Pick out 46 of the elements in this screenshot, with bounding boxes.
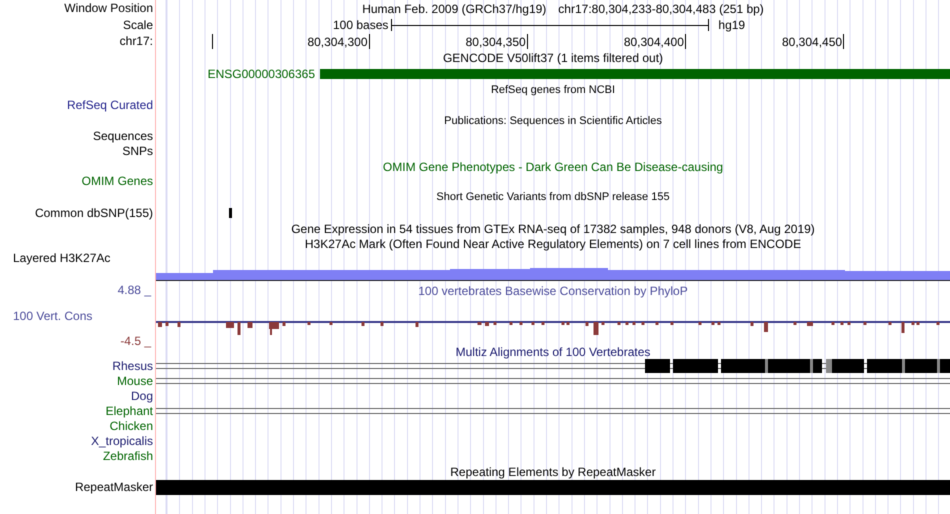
track-label[interactable]: X_tropicalis [90, 434, 153, 449]
coordinate-label: 80,304,450 [782, 34, 842, 48]
gene-name[interactable]: ENSG00000306365 [156, 66, 320, 80]
track-title: Short Genetic Variants from dbSNP release 155 [436, 190, 670, 204]
tick-mark [684, 34, 686, 49]
tick-mark [843, 34, 844, 49]
repeat-feature[interactable] [156, 480, 950, 494]
row-label: Scale [122, 18, 153, 32]
track-title: 100 vertebrates Basewise Conservation by PhyloP [418, 284, 688, 298]
coordinate-label: 80,304,400 [624, 34, 684, 48]
axis-min-label: -4.5 _ [120, 334, 152, 349]
track-label[interactable]: RepeatMasker [74, 480, 153, 494]
track-label[interactable]: Common dbSNP(155) [34, 206, 153, 220]
track-label[interactable]: 100 Vert. Cons [0, 309, 153, 324]
row-label: Window Position [64, 1, 153, 16]
track-title: OMIM Gene Phenotypes - Dark Green Can Be Disease-causing [382, 160, 724, 174]
scale-text: 100 bases [333, 18, 388, 32]
track-label[interactable]: Rhesus [112, 359, 153, 374]
track-label[interactable]: OMIM Genes [82, 174, 153, 189]
coordinate-label: 80,304,300 [307, 34, 368, 48]
track-title: H3K27Ac Mark (Often Found Near Active Regulatory Elements) on 7 cell lines from ENCODE [304, 236, 802, 250]
track-title: Gene Expression in 54 tissues from GTEx RNA-seq of 17382 samples, 948 donors (V8, Aug 2019) [291, 222, 815, 236]
gene-feature[interactable] [320, 68, 950, 78]
tick-mark [368, 34, 370, 49]
track-label[interactable]: Chicken [110, 419, 153, 434]
axis-max-label: 4.88 _ [118, 283, 152, 298]
track-label[interactable]: Mouse [116, 374, 153, 389]
track-label[interactable]: Sequences [92, 129, 153, 144]
track-label[interactable]: Layered H3K27Ac [13, 251, 110, 266]
tick-mark [212, 34, 213, 49]
track-label[interactable]: SNPs [122, 144, 153, 159]
track-title: Publications: Sequences in Scientific Articles [444, 114, 662, 128]
assembly-name: hg19 [718, 18, 746, 32]
tick-mark [526, 34, 528, 49]
track-title: GENCODE V50lift37 (1 items filtered out) [442, 50, 664, 64]
track-title: Repeating Elements by RepeatMasker [450, 464, 656, 478]
track-label[interactable]: Dog [130, 389, 153, 404]
row-label: chr17: [120, 34, 153, 49]
track-label[interactable]: Elephant [106, 404, 153, 419]
track-title: Multiz Alignments of 100 Vertebrates [456, 344, 650, 358]
track-title: RefSeq genes from NCBI [490, 83, 616, 97]
coordinate-label: 80,304,350 [466, 34, 526, 48]
position-text: chr17:80,304,233-80,304,483 (251 bp) [558, 2, 764, 16]
track-label[interactable]: Zebrafish [102, 449, 153, 464]
assembly-name: Human Feb. 2009 (GRCh37/hg19) [362, 2, 546, 16]
track-label[interactable]: RefSeq Curated [66, 98, 153, 113]
